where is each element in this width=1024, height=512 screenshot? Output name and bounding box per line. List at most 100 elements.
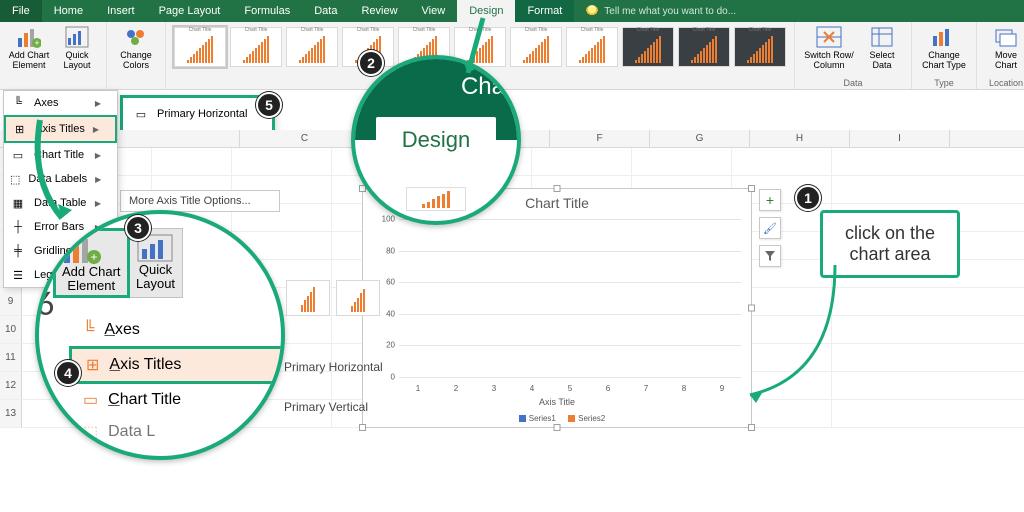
lightbulb-icon — [586, 5, 598, 17]
submenu-primary-horizontal[interactable]: ▭Primary Horizontal — [123, 98, 272, 130]
zoom-menu-axis-titles: ⊞Axis Titles — [69, 346, 285, 384]
chart-x-tick-label: 6 — [606, 384, 610, 393]
legend-swatch-series1 — [519, 415, 526, 422]
chart-style-thumb[interactable]: Chart Title — [566, 27, 618, 67]
select-data-icon — [870, 26, 894, 48]
chart-style-thumb[interactable]: Chart Title — [734, 27, 786, 67]
legend-swatch-series2 — [568, 415, 575, 422]
column-header[interactable]: H — [750, 130, 850, 147]
row-header[interactable]: 13 — [0, 400, 22, 428]
chart-filters-button[interactable] — [759, 245, 781, 267]
zoom-menu-data-labels: ⬚Data L — [69, 416, 285, 448]
chart-legend[interactable]: Series1 Series2 — [363, 414, 751, 423]
step-badge-2: 2 — [358, 50, 384, 76]
zoom-add-chart-element-button: + Add Chart Element — [53, 228, 130, 298]
chart-plot-area[interactable]: 020406080100 — [399, 219, 741, 377]
change-colors-icon — [124, 26, 148, 48]
chart-resize-handle[interactable] — [554, 185, 561, 192]
switch-row-column-icon — [816, 26, 842, 48]
chart-style-thumb[interactable]: Chart Title — [174, 27, 226, 67]
quick-layout-label: Quick Layout — [63, 50, 90, 70]
style-thumbs-zoom — [286, 280, 380, 316]
chart-side-buttons: + 🖌 — [759, 189, 781, 267]
chevron-right-icon: ▶ — [95, 175, 101, 184]
chart-x-tick-label: 2 — [454, 384, 458, 393]
column-header[interactable]: I — [850, 130, 950, 147]
change-chart-type-button[interactable]: Change Chart Type — [918, 24, 970, 70]
quick-layout-icon — [65, 26, 89, 48]
step-badge-4: 4 — [55, 360, 81, 386]
tell-me-placeholder: Tell me what you want to do... — [604, 6, 736, 17]
tab-data[interactable]: Data — [302, 0, 349, 22]
step-badge-3: 3 — [125, 215, 151, 241]
row-header[interactable]: 12 — [0, 372, 22, 400]
submenu-ph-label: Primary Horizontal — [157, 108, 247, 120]
chevron-right-icon: ▶ — [95, 199, 101, 208]
group-chart-layouts: + Add Chart Element Quick Layout — [0, 22, 107, 89]
group-change-colors: Change Colors — [107, 22, 166, 89]
chart-elements-button[interactable]: + — [759, 189, 781, 211]
group-type-label: Type — [912, 78, 976, 88]
tab-insert[interactable]: Insert — [95, 0, 147, 22]
row-header[interactable]: 11 — [0, 344, 22, 372]
design-tab-zoom: Design — [376, 117, 496, 163]
group-location: Move Chart Location — [977, 22, 1024, 89]
column-header[interactable]: G — [650, 130, 750, 147]
chart-style-thumb[interactable]: Chart Title — [230, 27, 282, 67]
chart-x-tick-label: 1 — [416, 384, 420, 393]
move-chart-label: Move Chart — [995, 50, 1017, 70]
row-header[interactable]: 9 — [0, 288, 22, 316]
tab-review[interactable]: Review — [349, 0, 409, 22]
chart-x-tick-label: 5 — [568, 384, 572, 393]
chevron-right-icon: ▶ — [95, 99, 101, 108]
tab-view[interactable]: View — [410, 0, 458, 22]
chart-styles-button[interactable]: 🖌 — [759, 217, 781, 239]
menu-tabs: File Home Insert Page Layout Formulas Da… — [0, 0, 1024, 22]
group-data-label: Data — [795, 78, 911, 88]
tab-format[interactable]: Format — [515, 0, 574, 22]
change-colors-button[interactable]: Change Colors — [113, 24, 159, 70]
tab-page-layout[interactable]: Page Layout — [147, 0, 233, 22]
chart-x-axis-title[interactable]: Axis Title — [363, 397, 751, 407]
quick-layout-button[interactable]: Quick Layout — [54, 24, 100, 70]
chart-x-tick-label: 4 — [530, 384, 534, 393]
switch-row-column-button[interactable]: Switch Row/ Column — [801, 24, 857, 70]
embedded-chart[interactable]: Chart Title 020406080100 123456789 Axis … — [362, 188, 752, 428]
chart-style-thumb[interactable]: Chart Title — [678, 27, 730, 67]
menu-item-axes[interactable]: ╚Axes▶ — [4, 91, 117, 115]
group-data: Switch Row/ Column Select Data Data — [795, 22, 912, 89]
select-data-button[interactable]: Select Data — [859, 24, 905, 70]
change-colors-label: Change Colors — [120, 50, 152, 70]
chart-resize-handle[interactable] — [748, 424, 755, 431]
move-chart-button[interactable]: Move Chart — [983, 24, 1024, 70]
tell-me-search[interactable]: Tell me what you want to do... — [574, 0, 736, 22]
callout-3-arrow — [20, 120, 80, 230]
submenu-more-axis-title-options[interactable]: More Axis Title Options... — [120, 190, 280, 212]
chart-y-tick-label: 80 — [369, 246, 395, 255]
tab-home[interactable]: Home — [42, 0, 95, 22]
chart-style-thumb[interactable]: Chart Title — [622, 27, 674, 67]
chart-resize-handle[interactable] — [554, 424, 561, 431]
tab-file[interactable]: File — [0, 0, 42, 22]
change-chart-type-label: Change Chart Type — [922, 50, 966, 70]
column-header[interactable]: F — [550, 130, 650, 147]
chevron-right-icon: ▶ — [95, 151, 101, 160]
chart-resize-handle[interactable] — [359, 424, 366, 431]
svg-text:+: + — [90, 250, 97, 264]
chart-x-tick-label: 9 — [720, 384, 724, 393]
tab-formulas[interactable]: Formulas — [232, 0, 302, 22]
row-header[interactable]: 10 — [0, 316, 22, 344]
zoom-menu-chart-title: ▭Chart Title — [69, 384, 285, 416]
chart-y-tick-label: 20 — [369, 341, 395, 350]
zoom-submenu-pv: Primary Vertical — [284, 400, 368, 414]
chart-resize-handle[interactable] — [748, 185, 755, 192]
chart-style-thumb[interactable]: Chart Title — [286, 27, 338, 67]
funnel-icon — [764, 250, 776, 262]
chart-style-thumb[interactable]: Chart Title — [510, 27, 562, 67]
axes-icon: ╚ — [10, 95, 26, 111]
legend-label-series1: Series1 — [529, 414, 556, 423]
gridlines-icon: ╪ — [10, 243, 26, 259]
add-chart-element-button[interactable]: + Add Chart Element — [6, 24, 52, 70]
select-data-label: Select Data — [869, 50, 894, 70]
zoom-submenu-ph: Primary Horizontal — [284, 360, 383, 374]
